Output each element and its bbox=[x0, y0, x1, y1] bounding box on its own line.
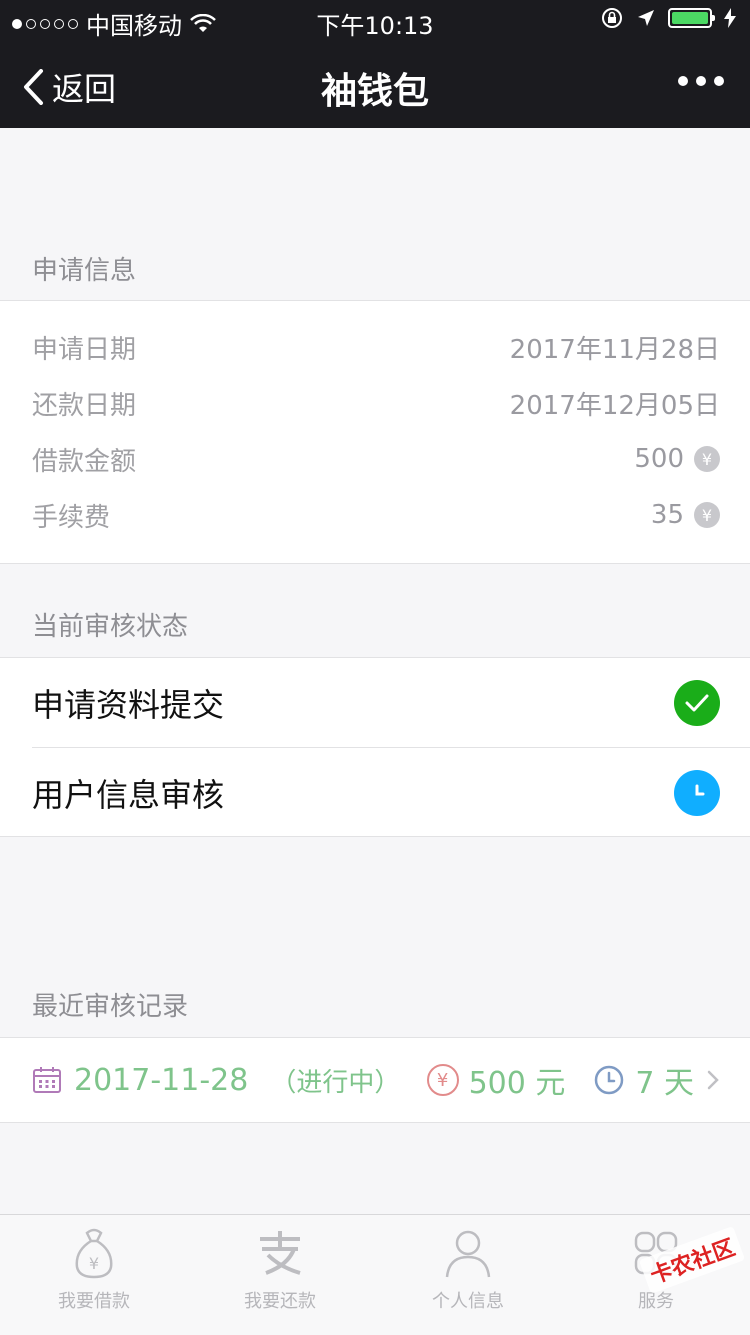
review-status-header: 当前审核状态 bbox=[32, 612, 189, 642]
info-value-wrap: 35 ¥ bbox=[651, 500, 720, 530]
money-bag-icon: ¥ bbox=[75, 1228, 113, 1279]
step-label: 申请资料提交 bbox=[32, 686, 225, 724]
tab-repay[interactable]: 我要还款 bbox=[210, 1227, 350, 1313]
review-step-submit: 申请资料提交 bbox=[32, 658, 720, 748]
charging-bolt-icon bbox=[724, 8, 736, 28]
info-row-fee: 手续费 35 ¥ bbox=[32, 495, 720, 535]
tab-borrow[interactable]: ¥ 我要借款 bbox=[24, 1227, 164, 1313]
status-bar: 中国移动 下午10:13 bbox=[0, 0, 750, 40]
alipay-icon bbox=[260, 1231, 301, 1275]
more-dot-icon bbox=[696, 76, 706, 86]
info-label: 手续费 bbox=[32, 502, 111, 533]
record-amount: 500 元 bbox=[468, 1066, 566, 1101]
tab-label: 个人信息 bbox=[432, 1291, 504, 1312]
person-icon bbox=[445, 1230, 491, 1278]
clock-outline-icon bbox=[595, 1065, 624, 1095]
battery-icon bbox=[668, 8, 715, 28]
nav-bar: 返回 袖钱包 bbox=[0, 48, 750, 128]
check-icon bbox=[674, 680, 720, 726]
chevron-right-icon bbox=[707, 1070, 719, 1090]
record-status: （进行中） bbox=[270, 1067, 401, 1098]
location-arrow-icon bbox=[638, 10, 654, 26]
info-value: 35 bbox=[650, 500, 684, 530]
tab-profile[interactable]: 个人信息 bbox=[398, 1227, 538, 1313]
info-label: 借款金额 bbox=[32, 446, 137, 477]
tab-bar: ¥ 我要借款 我要还款 个人信息 服务 bbox=[0, 1214, 750, 1335]
info-row-apply-date: 申请日期 2017年11月28日 bbox=[32, 327, 720, 367]
application-info-header: 申请信息 bbox=[32, 256, 137, 286]
tab-label: 我要借款 bbox=[58, 1291, 130, 1312]
top-bar: 中国移动 下午10:13 返回 袖钱包 bbox=[0, 0, 750, 128]
recent-records-panel: 2017-11-28 （进行中） ¥ 500 元 7 天 bbox=[0, 1037, 750, 1123]
info-row-repay-date: 还款日期 2017年12月05日 bbox=[32, 383, 720, 423]
calendar-icon bbox=[33, 1067, 61, 1093]
tab-label: 服务 bbox=[638, 1291, 674, 1312]
more-dot-icon bbox=[678, 76, 688, 86]
info-value: 2017年11月28日 bbox=[509, 334, 720, 365]
application-info-panel: 申请日期 2017年11月28日 还款日期 2017年12月05日 借款金额 5… bbox=[0, 300, 750, 564]
yuan-circle-icon: ¥ bbox=[426, 1064, 459, 1096]
rotation-lock-icon bbox=[602, 8, 622, 28]
review-step-user-info: 用户信息审核 bbox=[32, 748, 720, 838]
record-item[interactable]: 2017-11-28 （进行中） ¥ 500 元 7 天 bbox=[32, 1038, 720, 1122]
info-value: 2017年12月05日 bbox=[509, 390, 720, 421]
yuan-icon: ¥ bbox=[694, 446, 720, 472]
info-row-loan-amount: 借款金额 500 ¥ bbox=[32, 439, 720, 479]
more-dot-icon bbox=[714, 76, 724, 86]
record-date: 2017-11-28 bbox=[74, 1062, 249, 1098]
record-days: 7 天 bbox=[635, 1066, 694, 1101]
info-label: 还款日期 bbox=[32, 390, 137, 421]
tab-label: 我要还款 bbox=[244, 1291, 316, 1312]
recent-records-header: 最近审核记录 bbox=[32, 992, 189, 1022]
svg-text:¥: ¥ bbox=[89, 1254, 99, 1273]
review-status-panel: 申请资料提交 用户信息审核 bbox=[0, 657, 750, 837]
page-title: 袖钱包 bbox=[320, 71, 429, 112]
step-label: 用户信息审核 bbox=[32, 776, 225, 814]
info-value: 500 bbox=[634, 444, 684, 474]
more-button[interactable] bbox=[678, 76, 724, 86]
yuan-icon: ¥ bbox=[694, 502, 720, 528]
info-value-wrap: 500 ¥ bbox=[634, 444, 720, 474]
clock-icon bbox=[674, 770, 720, 816]
info-label: 申请日期 bbox=[32, 334, 137, 365]
status-right bbox=[600, 6, 736, 30]
